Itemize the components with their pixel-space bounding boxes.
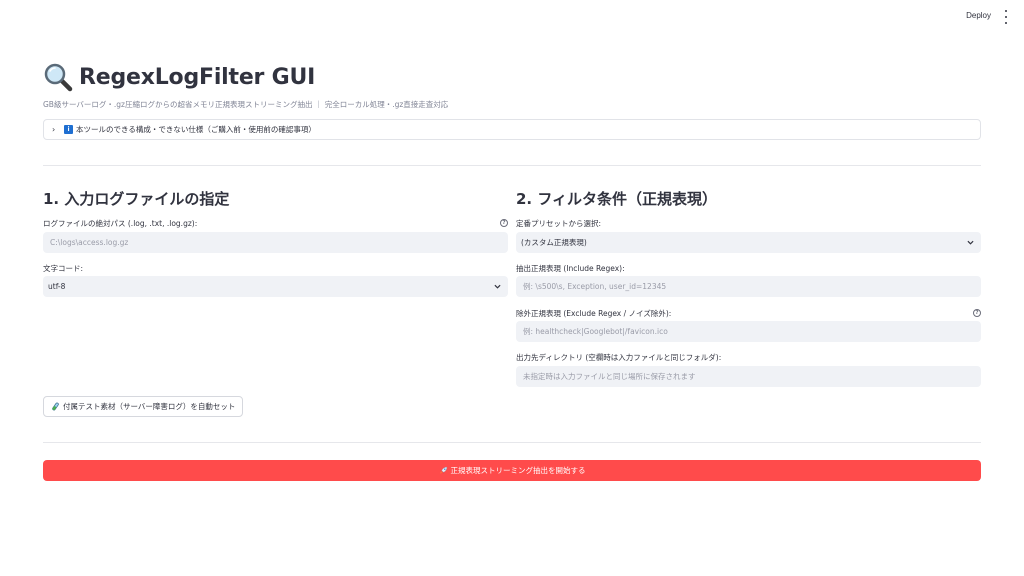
log-path-label: ログファイルの絶対パス (.log, .txt, .log.gz): xyxy=(43,219,198,228)
main-menu-icon[interactable] xyxy=(1002,10,1010,24)
page-header: RegexLogFilter GUI xyxy=(43,62,315,92)
section-title-input: 1. 入力ログファイルの指定 xyxy=(43,190,230,208)
exclude-regex-label: 除外正規表現 (Exclude Regex / ノイズ除外): xyxy=(516,309,672,318)
chevron-down-icon xyxy=(967,240,974,245)
load-sample-label: 付属テスト素材（サーバー障害ログ）を自動セット xyxy=(63,402,236,411)
section-title-filter: 2. フィルタ条件（正規表現） xyxy=(516,190,718,208)
include-regex-input[interactable] xyxy=(516,276,981,297)
filter-section: 2. フィルタ条件（正規表現） 定番プリセットから選択: (カスタム正規表現) … xyxy=(516,188,981,387)
help-icon[interactable]: ? xyxy=(500,219,508,227)
start-extraction-button[interactable]: 正規表現ストリーミング抽出を開始する xyxy=(43,460,981,481)
rocket-icon xyxy=(439,466,447,474)
divider xyxy=(43,442,981,443)
help-icon[interactable]: ? xyxy=(973,309,981,317)
magnifying-glass-icon xyxy=(44,63,73,92)
exclude-regex-input[interactable] xyxy=(516,321,981,342)
encoding-value: utf-8 xyxy=(48,282,66,291)
output-dir-input[interactable] xyxy=(516,366,981,387)
preset-select[interactable]: (カスタム正規表現) xyxy=(516,232,981,253)
info-icon: i xyxy=(64,125,73,134)
test-tube-icon xyxy=(52,402,59,411)
encoding-label: 文字コード: xyxy=(43,264,84,273)
encoding-select[interactable]: utf-8 xyxy=(43,276,508,297)
expander-label: 本ツールのできる構成・できない仕様（ご購入前・使用前の確認事項） xyxy=(76,125,316,134)
chevron-right-icon: › xyxy=(52,125,56,134)
preset-value: (カスタム正規表現) xyxy=(521,238,587,247)
page-title: RegexLogFilter GUI xyxy=(79,64,316,90)
output-dir-label: 出力先ディレクトリ (空欄時は入力ファイルと同じフォルダ): xyxy=(516,353,722,362)
load-sample-button[interactable]: 付属テスト素材（サーバー障害ログ）を自動セット xyxy=(43,396,244,417)
deploy-button[interactable]: Deploy xyxy=(963,10,994,21)
input-file-section: 1. 入力ログファイルの指定 ログファイルの絶対パス (.log, .txt, … xyxy=(43,188,508,297)
specs-expander[interactable]: › i 本ツールのできる構成・できない仕様（ご購入前・使用前の確認事項） xyxy=(43,119,981,140)
include-regex-label: 抽出正規表現 (Include Regex): xyxy=(516,264,625,273)
page-subtitle: GB級サーバーログ・.gz圧縮ログからの超省メモリ正規表現ストリーミング抽出 ｜… xyxy=(43,100,449,109)
divider xyxy=(43,165,981,166)
preset-label: 定番プリセットから選択: xyxy=(516,219,602,228)
start-extraction-label: 正規表現ストリーミング抽出を開始する xyxy=(450,466,586,475)
chevron-down-icon xyxy=(494,284,501,289)
top-bar: Deploy xyxy=(0,0,1024,32)
log-path-input[interactable] xyxy=(43,232,508,253)
